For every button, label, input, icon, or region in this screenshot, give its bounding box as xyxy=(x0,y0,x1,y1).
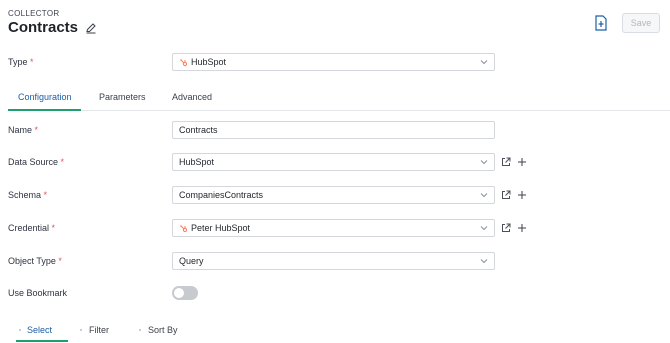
hubspot-logo-icon xyxy=(179,224,188,233)
name-input[interactable]: Contracts xyxy=(172,121,495,139)
type-select[interactable]: HubSpot xyxy=(172,53,495,71)
required-marker: * xyxy=(34,125,39,135)
tab-bar: Configuration Parameters Advanced xyxy=(8,86,670,111)
name-label: Name * xyxy=(8,125,38,135)
credential-label: Credential * xyxy=(8,223,55,233)
subtab-sort-by[interactable]: Sort By xyxy=(148,325,178,335)
required-marker: * xyxy=(60,157,65,167)
name-label-text: Name xyxy=(8,125,33,135)
plus-icon[interactable] xyxy=(517,157,527,167)
plus-icon[interactable] xyxy=(517,190,527,200)
plus-icon[interactable] xyxy=(517,223,527,233)
subtab-select[interactable]: Select xyxy=(27,325,52,335)
required-marker: * xyxy=(43,190,48,200)
hubspot-logo-icon xyxy=(179,58,188,67)
data-source-value: HubSpot xyxy=(179,157,215,167)
schema-label: Schema * xyxy=(8,190,47,200)
data-source-label-text: Data Source xyxy=(8,157,59,167)
header-actions: Save xyxy=(594,13,660,33)
tab-dot xyxy=(19,329,21,331)
active-subtab-indicator xyxy=(16,340,68,342)
active-tab-indicator xyxy=(8,109,81,111)
title-row: Contracts xyxy=(8,19,97,36)
tab-parameters[interactable]: Parameters xyxy=(99,92,146,102)
data-source-select[interactable]: HubSpot xyxy=(172,153,495,171)
type-label: Type * xyxy=(8,57,34,67)
schema-select[interactable]: CompaniesContracts xyxy=(172,186,495,204)
credential-value: Peter HubSpot xyxy=(191,223,251,233)
external-link-icon[interactable] xyxy=(501,223,511,233)
credential-select[interactable]: Peter HubSpot xyxy=(172,219,495,237)
toggle-knob xyxy=(174,288,184,298)
breadcrumb: COLLECTOR xyxy=(8,9,60,18)
object-type-label-text: Object Type xyxy=(8,256,56,266)
use-bookmark-toggle[interactable] xyxy=(172,286,198,300)
pencil-icon[interactable] xyxy=(85,22,97,34)
subtab-filter[interactable]: Filter xyxy=(89,325,109,335)
name-value: Contracts xyxy=(179,125,218,135)
tab-dot xyxy=(80,329,82,331)
schema-label-text: Schema xyxy=(8,190,42,200)
tab-advanced[interactable]: Advanced xyxy=(172,92,212,102)
data-source-label: Data Source * xyxy=(8,157,64,167)
tab-configuration[interactable]: Configuration xyxy=(18,92,72,102)
external-link-icon[interactable] xyxy=(501,157,511,167)
chevron-down-icon xyxy=(480,158,488,166)
required-marker: * xyxy=(58,256,62,266)
chevron-down-icon xyxy=(480,191,488,199)
schema-value: CompaniesContracts xyxy=(179,190,264,200)
object-type-select[interactable]: Query xyxy=(172,252,495,270)
save-button[interactable]: Save xyxy=(622,13,660,33)
file-export-icon[interactable] xyxy=(594,15,608,31)
required-marker: * xyxy=(51,223,56,233)
schema-tools xyxy=(501,190,527,200)
external-link-icon[interactable] xyxy=(501,190,511,200)
required-marker: * xyxy=(30,57,34,67)
credential-tools xyxy=(501,223,527,233)
tab-dot xyxy=(139,329,141,331)
object-type-value: Query xyxy=(179,256,204,266)
chevron-down-icon xyxy=(480,257,488,265)
credential-label-text: Credential xyxy=(8,223,50,233)
data-source-tools xyxy=(501,157,527,167)
chevron-down-icon xyxy=(480,58,488,66)
chevron-down-icon xyxy=(480,224,488,232)
object-type-label: Object Type * xyxy=(8,256,62,266)
type-value: HubSpot xyxy=(191,57,227,67)
type-label-text: Type xyxy=(8,57,28,67)
page-title: Contracts xyxy=(8,19,79,36)
sub-tab-bar: Select Filter Sort By xyxy=(8,320,670,343)
use-bookmark-label: Use Bookmark xyxy=(8,288,68,298)
